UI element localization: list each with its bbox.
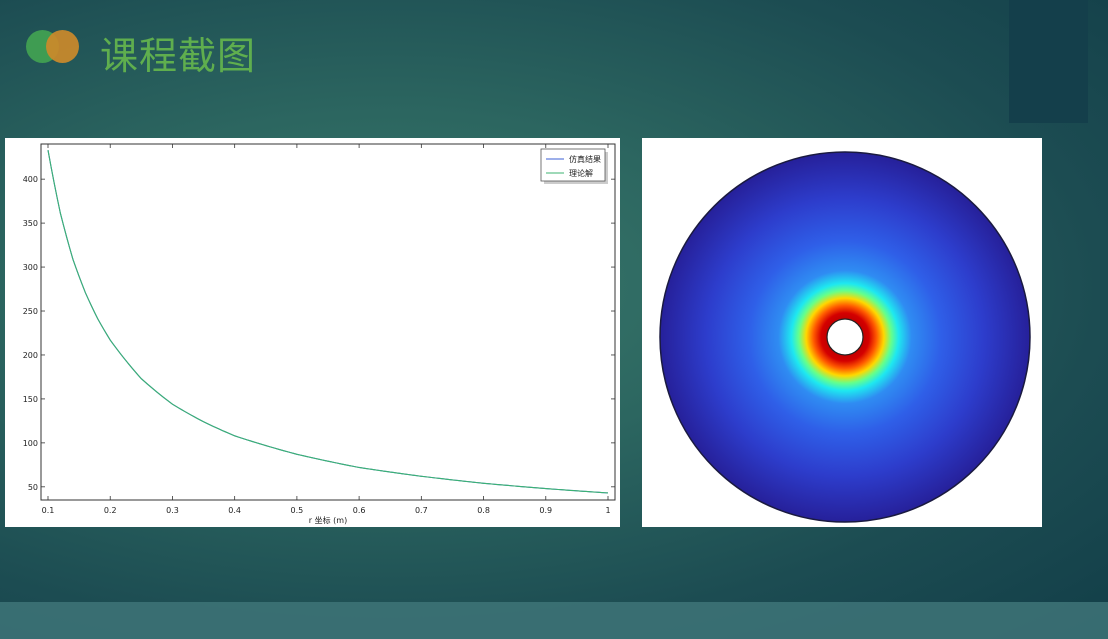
x-tick-label: 0.5 [291, 506, 304, 515]
x-tick-label: 1 [605, 506, 610, 515]
y-tick-label: 250 [23, 307, 38, 316]
y-tick-label: 100 [23, 439, 38, 448]
logo-circles-icon [26, 30, 82, 64]
legend: 仿真结果 理论解 [540, 148, 608, 184]
y-tick-label: 50 [28, 483, 38, 492]
line-chart-panel: 0.1 0.2 0.3 0.4 0.5 0.6 0.7 0.8 0.9 1 50 100 150 200 2… [5, 138, 620, 527]
series-line-0 [47, 150, 609, 494]
x-tick-label: 0.4 [228, 506, 241, 515]
series-line-1 [47, 150, 609, 494]
annulus-colormap [659, 151, 1031, 523]
x-tick-label: 0.1 [42, 506, 55, 515]
x-tick-label: 0.8 [477, 506, 490, 515]
x-tick-label: 0.2 [104, 506, 117, 515]
x-tick-label: 0.7 [415, 506, 428, 515]
x-tick-label: 0.6 [353, 506, 366, 515]
bottom-band [0, 602, 1108, 639]
x-axis-label: r 坐标 (m) [309, 515, 347, 525]
slide-title: 课程截图 [100, 34, 257, 78]
y-tick-label: 300 [23, 263, 38, 272]
line-chart: 0.1 0.2 0.3 0.4 0.5 0.6 0.7 0.8 0.9 1501001502002… [23, 143, 616, 525]
x-tick-label: 0.3 [166, 506, 179, 515]
y-tick-label: 350 [23, 219, 38, 228]
plot-frame [40, 143, 616, 501]
y-tick-label: 400 [23, 175, 38, 184]
field-colormap-panel [642, 138, 1042, 527]
corner-decoration [1009, 0, 1088, 123]
inner-hole [826, 318, 864, 356]
y-tick-label: 200 [23, 351, 38, 360]
legend-label-theory: 理论解 [569, 168, 593, 178]
legend-label-simulation: 仿真结果 [569, 154, 601, 164]
y-tick-label: 150 [23, 395, 38, 404]
orange-circle-icon [46, 30, 79, 63]
x-tick-label: 0.9 [539, 506, 552, 515]
